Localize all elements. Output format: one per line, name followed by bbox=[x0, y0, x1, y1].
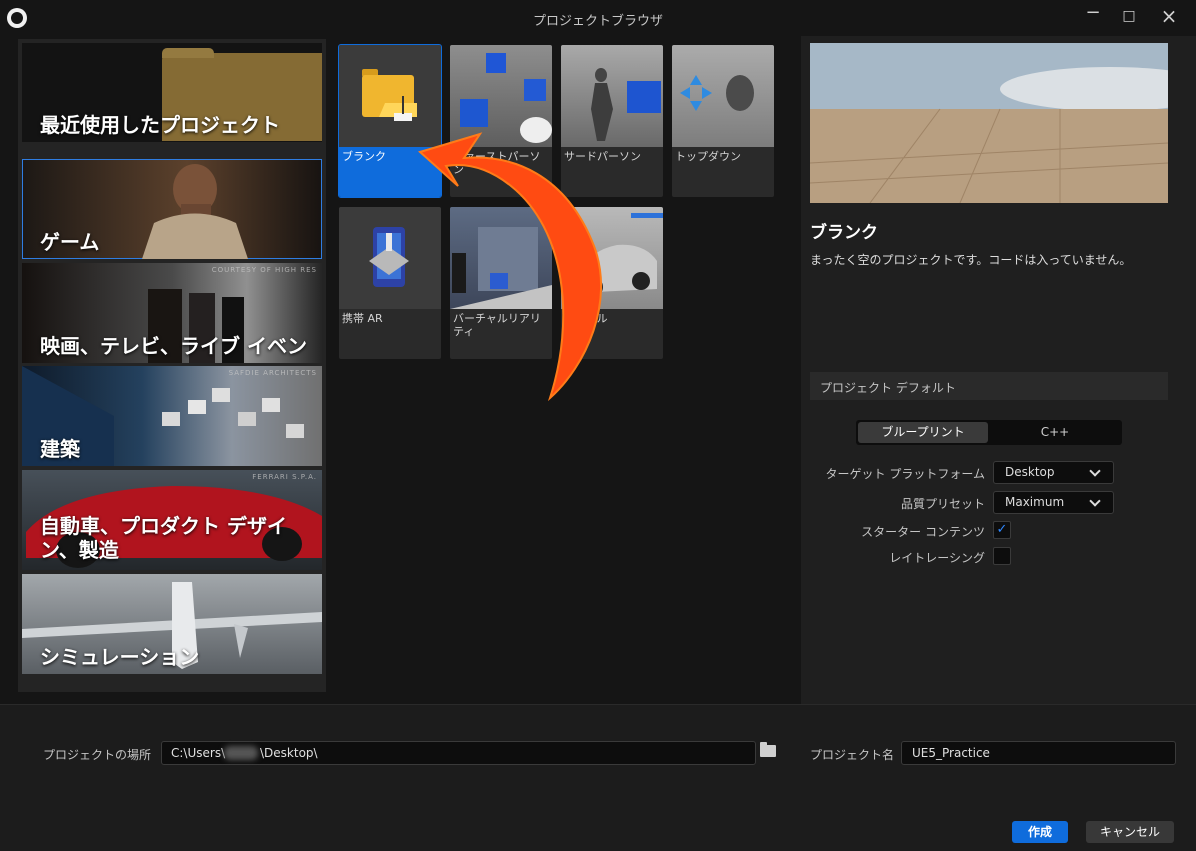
category-simulation[interactable]: シミュレーション bbox=[22, 574, 322, 674]
vr-scene-image bbox=[450, 227, 552, 309]
project-location-input[interactable]: C:\Users\ \Desktop\ bbox=[161, 741, 756, 765]
project-type-selector: ブループリント C++ bbox=[856, 420, 1122, 445]
create-button[interactable]: 作成 bbox=[1012, 821, 1068, 843]
category-label: 最近使用したプロジェクト bbox=[40, 113, 280, 137]
project-defaults-header: プロジェクト デフォルト bbox=[810, 372, 1168, 400]
starter-content-label: スターター コンテンツ bbox=[861, 525, 985, 539]
image-credit: FERRARI S.P.A. bbox=[252, 473, 317, 481]
template-label: トップダウン bbox=[675, 150, 741, 163]
category-architecture[interactable]: SAFDIE ARCHITECTS 建築 bbox=[22, 366, 322, 466]
section-label: プロジェクト デフォルト bbox=[820, 381, 956, 395]
template-label: バーチャルリアリティ bbox=[453, 312, 541, 338]
project-name-input[interactable]: UE5_Practice bbox=[901, 741, 1176, 765]
location-suffix: \Desktop\ bbox=[260, 746, 318, 760]
cancel-button[interactable]: キャンセル bbox=[1086, 821, 1174, 843]
category-label: 映画、テレビ、ライブ イベント bbox=[40, 334, 307, 358]
category-label: シミュレーション bbox=[40, 645, 200, 669]
template-thumbnail bbox=[561, 207, 663, 309]
template-label: ビークル bbox=[564, 312, 608, 325]
template-thumbnail bbox=[450, 45, 552, 147]
template-blank[interactable]: ブランク bbox=[338, 44, 442, 198]
template-preview-image bbox=[810, 43, 1168, 203]
minimize-button[interactable]: − bbox=[1076, 4, 1110, 27]
project-location-label: プロジェクトの場所 bbox=[43, 748, 152, 762]
template-thumbnail bbox=[339, 45, 441, 147]
handheld-ar-icon bbox=[369, 227, 409, 287]
dropdown-value: Desktop bbox=[1005, 465, 1055, 479]
template-first-person[interactable]: ファーストパーソン bbox=[450, 45, 552, 197]
close-button[interactable]: × bbox=[1152, 5, 1186, 27]
quality-preset-dropdown[interactable]: Maximum bbox=[993, 491, 1114, 514]
template-label: サードパーソン bbox=[564, 150, 641, 163]
blank-folder-icon bbox=[362, 69, 417, 121]
category-games[interactable]: ゲーム bbox=[22, 159, 322, 259]
redacted-username bbox=[224, 746, 258, 760]
template-top-down[interactable]: トップダウン bbox=[672, 45, 774, 197]
category-recent-projects[interactable]: 最近使用したプロジェクト bbox=[22, 43, 322, 142]
template-third-person[interactable]: サードパーソン bbox=[561, 45, 663, 197]
location-prefix: C:\Users\ bbox=[171, 746, 226, 760]
template-vehicle[interactable]: ビークル bbox=[561, 207, 663, 359]
folder-icon[interactable] bbox=[760, 742, 776, 757]
category-film-tv-live-events[interactable]: COURTESY OF HIGH RES 映画、テレビ、ライブ イベント bbox=[22, 263, 322, 363]
project-name-value: UE5_Practice bbox=[912, 746, 990, 760]
category-automotive[interactable]: FERRARI S.P.A. 自動車、プロダクト デザイン、製造 bbox=[22, 470, 322, 570]
template-description: まったく空のプロジェクトです。コードは入っていません。 bbox=[810, 253, 1132, 267]
image-credit: SAFDIE ARCHITECTS bbox=[228, 369, 317, 377]
third-person-scene-image bbox=[591, 68, 661, 141]
chevron-down-icon bbox=[1089, 465, 1101, 477]
category-label: ゲーム bbox=[40, 230, 100, 254]
target-platform-label: ターゲット プラットフォーム bbox=[825, 467, 985, 481]
selected-template-name: ブランク bbox=[810, 223, 878, 243]
template-label: ファーストパーソン bbox=[453, 150, 541, 176]
template-thumbnail bbox=[561, 45, 663, 147]
cpp-option[interactable]: C++ bbox=[990, 422, 1120, 443]
title-bar: プロジェクトブラウザ − □ × bbox=[0, 0, 1196, 36]
blueprint-option[interactable]: ブループリント bbox=[858, 422, 988, 443]
image-credit: COURTESY OF HIGH RES bbox=[211, 266, 317, 274]
top-down-scene-image bbox=[680, 75, 754, 111]
template-handheld-ar[interactable]: 携帯 AR bbox=[339, 207, 441, 359]
first-person-scene-image bbox=[460, 53, 552, 143]
project-name-label: プロジェクト名 bbox=[810, 748, 895, 762]
raytracing-checkbox[interactable] bbox=[993, 547, 1011, 565]
raytracing-label: レイトレーシング bbox=[889, 551, 985, 565]
starter-content-checkbox[interactable]: ✓ bbox=[993, 521, 1011, 539]
vehicle-scene-image bbox=[575, 213, 663, 297]
template-thumbnail bbox=[339, 207, 441, 309]
window-title: プロジェクトブラウザ bbox=[532, 14, 663, 29]
maximize-button[interactable]: □ bbox=[1112, 5, 1146, 27]
template-thumbnail bbox=[450, 207, 552, 309]
template-virtual-reality[interactable]: バーチャルリアリティ bbox=[450, 207, 552, 359]
target-platform-dropdown[interactable]: Desktop bbox=[993, 461, 1114, 484]
checkmark-icon: ✓ bbox=[996, 522, 1008, 537]
template-thumbnail bbox=[672, 45, 774, 147]
blank-level-preview bbox=[810, 43, 1168, 203]
template-label: ブランク bbox=[342, 150, 386, 163]
category-label: 自動車、プロダクト デザイン、製造 bbox=[40, 514, 287, 562]
template-label: 携帯 AR bbox=[342, 312, 383, 325]
dropdown-value: Maximum bbox=[1005, 495, 1065, 509]
chevron-down-icon bbox=[1089, 495, 1101, 507]
category-label: 建築 bbox=[40, 437, 80, 461]
quality-preset-label: 品質プリセット bbox=[900, 497, 985, 511]
